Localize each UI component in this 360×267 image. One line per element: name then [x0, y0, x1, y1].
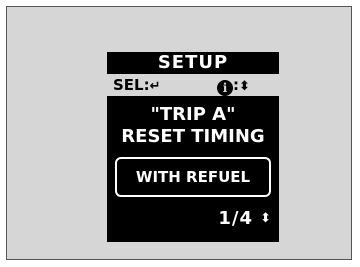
- control-hints: SEL:↵ i:⬍: [107, 74, 279, 96]
- info-icon: i: [217, 80, 233, 96]
- up-down-arrows-icon: ⬍: [239, 79, 250, 94]
- setup-title: SETUP: [107, 52, 279, 74]
- select-hint-label: SEL:: [113, 76, 150, 94]
- enter-arrow-icon: ↵: [149, 79, 161, 94]
- scroll-arrows-icon: ⬍: [260, 211, 271, 226]
- setting-heading-line2: RESET TIMING: [121, 126, 265, 147]
- info-hint: i:⬍: [217, 74, 250, 98]
- page-indicator: 1/4: [218, 208, 253, 229]
- setting-heading-line1: "TRIP A": [150, 104, 236, 125]
- option-with-refuel[interactable]: WITH REFUEL: [115, 157, 271, 197]
- display-frame: SETUP SEL:↵ i:⬍ "TRIP A" RESET TIMING WI…: [6, 6, 352, 260]
- select-hint: SEL:↵: [113, 74, 161, 98]
- setting-panel: "TRIP A" RESET TIMING WITH REFUEL 1/4 ⬍: [107, 96, 279, 242]
- instrument-display: SETUP SEL:↵ i:⬍ "TRIP A" RESET TIMING WI…: [107, 52, 279, 242]
